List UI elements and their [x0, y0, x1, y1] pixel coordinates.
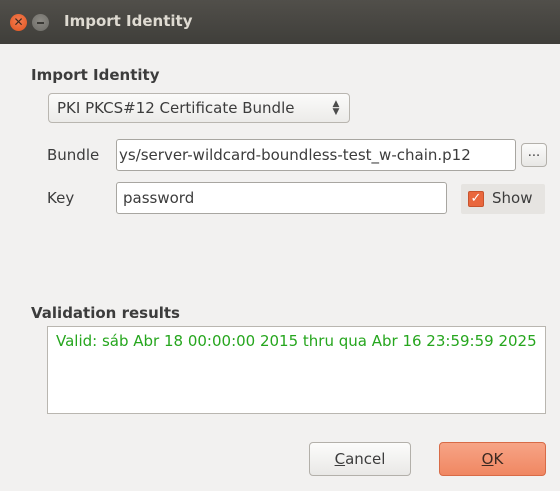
window-title: Import Identity — [64, 12, 193, 30]
ok-label: K — [493, 450, 504, 468]
ok-button[interactable]: OK — [439, 442, 546, 476]
cancel-mnemonic: C — [334, 450, 346, 468]
show-password-toggle[interactable]: ✓ Show — [461, 184, 545, 214]
close-icon[interactable]: ✕ — [10, 14, 27, 31]
validation-result-text: Valid: sáb Abr 18 00:00:00 2015 thru qua… — [56, 332, 537, 350]
title-bar: ✕ Import Identity — [0, 0, 560, 44]
browse-bundle-button[interactable]: ... — [521, 143, 547, 167]
cancel-button[interactable]: Cancel — [309, 442, 411, 476]
minimize-icon[interactable] — [32, 14, 49, 31]
certificate-type-select[interactable]: PKI PKCS#12 Certificate Bundle ▲ ▼ — [48, 93, 350, 123]
dialog-body: Import Identity PKI PKCS#12 Certificate … — [0, 44, 560, 491]
key-password-field[interactable]: password — [116, 182, 447, 214]
import-group-title: Import Identity — [31, 66, 160, 84]
bundle-label: Bundle — [47, 146, 100, 164]
certificate-type-value: PKI PKCS#12 Certificate Bundle — [57, 99, 295, 117]
bundle-path-field[interactable]: ys/server-wildcard-boundless-test_w-chai… — [116, 139, 516, 171]
checkmark-icon[interactable]: ✓ — [468, 191, 484, 207]
validation-results-box: Valid: sáb Abr 18 00:00:00 2015 thru qua… — [47, 326, 546, 414]
ok-mnemonic: O — [481, 450, 494, 468]
validation-group-title: Validation results — [31, 304, 180, 322]
show-label: Show — [492, 189, 533, 207]
updown-chevron-icon: ▲ ▼ — [332, 99, 340, 117]
cancel-label: ancel — [345, 450, 386, 468]
key-label: Key — [47, 189, 75, 207]
